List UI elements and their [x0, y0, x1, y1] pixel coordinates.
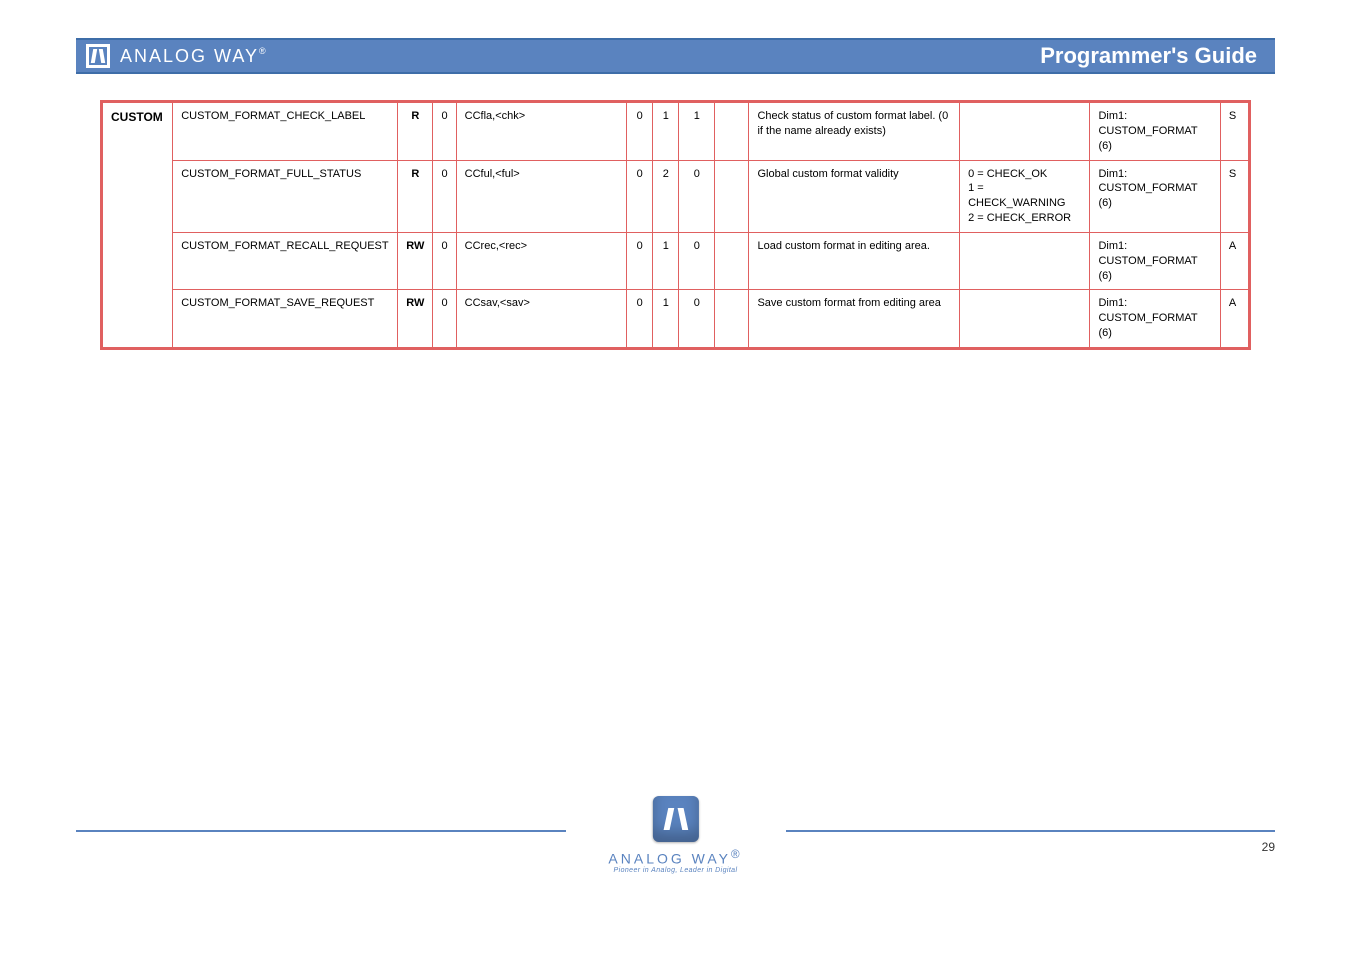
footer-rule-right [786, 830, 1276, 832]
cmd-name: CUSTOM_FORMAT_FULL_STATUS [173, 160, 398, 232]
header-bar: ANALOG WAY® Programmer's Guide [76, 38, 1275, 74]
cmd-name: CUSTOM_FORMAT_RECALL_REQUEST [173, 232, 398, 290]
brand-logo-icon [86, 44, 110, 68]
cmd-min: 0 [627, 103, 653, 161]
commands-table: CUSTOM CUSTOM_FORMAT_CHECK_LABEL R 0 CCf… [100, 100, 1251, 350]
cmd-rw: RW [398, 290, 433, 348]
cmd-rw: RW [398, 232, 433, 290]
cmd-min: 0 [627, 232, 653, 290]
brand-block: ANALOG WAY® [76, 44, 268, 68]
group-label: CUSTOM [103, 103, 173, 348]
cmd-min: 0 [627, 160, 653, 232]
footer-rule-left [76, 830, 566, 832]
cmd-enum [960, 232, 1090, 290]
cmd-dim: Dim1: CUSTOM_FORMAT (6) [1090, 160, 1220, 232]
footer-logo-icon [652, 796, 698, 842]
table-row: CUSTOM CUSTOM_FORMAT_CHECK_LABEL R 0 CCf… [103, 103, 1249, 161]
cmd-desc: Save custom format from editing area [749, 290, 960, 348]
cmd-def: 1 [679, 103, 715, 161]
cmd-min: 0 [627, 290, 653, 348]
cmd-dim: Dim1: CUSTOM_FORMAT (6) [1090, 290, 1220, 348]
cmd-nreq: 0 [433, 290, 456, 348]
cmd-flag: A [1220, 290, 1248, 348]
brand-name: ANALOG WAY [120, 46, 259, 66]
cmd-return: CCfla,<chk> [456, 103, 626, 161]
cmd-rw: R [398, 160, 433, 232]
cmd-max: 2 [653, 160, 679, 232]
cmd-def: 0 [679, 290, 715, 348]
cmd-rw: R [398, 103, 433, 161]
cmd-dim: Dim1: CUSTOM_FORMAT (6) [1090, 232, 1220, 290]
cmd-spacer [715, 232, 749, 290]
footer-logo-block: ANALOG WAY® Pioneer in Analog, Leader in… [608, 796, 742, 874]
cmd-flag: S [1220, 103, 1248, 161]
cmd-return: CCsav,<sav> [456, 290, 626, 348]
cmd-nreq: 0 [433, 232, 456, 290]
table-row: CUSTOM_FORMAT_SAVE_REQUEST RW 0 CCsav,<s… [103, 290, 1249, 348]
cmd-nreq: 0 [433, 103, 456, 161]
cmd-desc: Load custom format in editing area. [749, 232, 960, 290]
cmd-name: CUSTOM_FORMAT_SAVE_REQUEST [173, 290, 398, 348]
cmd-max: 1 [653, 290, 679, 348]
cmd-spacer [715, 290, 749, 348]
cmd-name: CUSTOM_FORMAT_CHECK_LABEL [173, 103, 398, 161]
cmd-nreq: 0 [433, 160, 456, 232]
cmd-dim: Dim1: CUSTOM_FORMAT (6) [1090, 103, 1220, 161]
brand-text: ANALOG WAY® [120, 46, 268, 67]
cmd-flag: S [1220, 160, 1248, 232]
footer-brand-name: ANALOG WAY [608, 851, 731, 867]
cmd-return: CCful,<ful> [456, 160, 626, 232]
cmd-desc: Check status of custom format label. (0 … [749, 103, 960, 161]
cmd-enum [960, 290, 1090, 348]
brand-registered: ® [259, 46, 268, 56]
table-row: CUSTOM_FORMAT_FULL_STATUS R 0 CCful,<ful… [103, 160, 1249, 232]
cmd-spacer [715, 160, 749, 232]
cmd-max: 1 [653, 232, 679, 290]
cmd-spacer [715, 103, 749, 161]
page-title: Programmer's Guide [1040, 43, 1257, 69]
cmd-desc: Global custom format validity [749, 160, 960, 232]
cmd-max: 1 [653, 103, 679, 161]
cmd-enum: 0 = CHECK_OK 1 = CHECK_WARNING 2 = CHECK… [960, 160, 1090, 232]
cmd-flag: A [1220, 232, 1248, 290]
footer-tagline: Pioneer in Analog, Leader in Digital [608, 867, 742, 874]
table-row: CUSTOM_FORMAT_RECALL_REQUEST RW 0 CCrec,… [103, 232, 1249, 290]
footer-brand: ANALOG WAY® [608, 848, 742, 867]
cmd-def: 0 [679, 232, 715, 290]
cmd-return: CCrec,<rec> [456, 232, 626, 290]
cmd-def: 0 [679, 160, 715, 232]
cmd-enum [960, 103, 1090, 161]
page-number: 29 [1262, 840, 1275, 854]
footer-registered: ® [731, 848, 743, 861]
